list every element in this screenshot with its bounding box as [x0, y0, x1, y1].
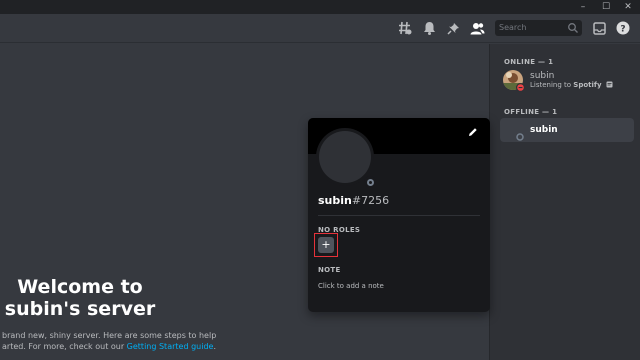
- member-item[interactable]: subin Listening to Spotify: [500, 68, 634, 92]
- dnd-status-icon: [516, 83, 525, 92]
- add-role-button[interactable]: +: [318, 237, 334, 253]
- channel-header: Search ?: [0, 14, 640, 43]
- welcome-title: Welcome to subin's server: [4, 276, 156, 320]
- notification-bell-icon[interactable]: [420, 19, 438, 37]
- username: subin: [318, 194, 352, 207]
- member-name: subin: [530, 71, 555, 81]
- profile-username: subin#7256: [318, 194, 389, 207]
- online-heading: ONLINE — 1: [504, 58, 554, 66]
- user-profile-popout: subin#7256 NO ROLES + NOTE Click to add …: [308, 118, 490, 312]
- welcome-line-1: brand new, shiny server. Here are some s…: [2, 331, 217, 340]
- divider: [318, 215, 480, 216]
- welcome-line-2-end: .: [213, 342, 216, 351]
- members-icon[interactable]: [468, 19, 486, 37]
- pin-icon[interactable]: [444, 19, 462, 37]
- getting-started-link[interactable]: Getting Started guide: [127, 342, 214, 351]
- maximize-button[interactable]: ☐: [595, 0, 617, 14]
- help-icon[interactable]: ?: [614, 19, 632, 37]
- search-input[interactable]: Search: [495, 20, 582, 36]
- inbox-icon[interactable]: [590, 19, 608, 37]
- welcome-line-2: arted. For more, check out our Getting S…: [2, 341, 216, 352]
- offline-status-icon: [364, 176, 376, 188]
- profile-avatar[interactable]: [316, 128, 376, 188]
- member-name: subin: [530, 125, 558, 135]
- member-activity: Listening to Spotify: [530, 81, 613, 89]
- window-titlebar: – ☐ ✕: [0, 0, 640, 14]
- svg-text:?: ?: [620, 25, 625, 35]
- search-icon: [568, 23, 578, 33]
- activity-prefix: Listening to: [530, 81, 574, 89]
- offline-status-icon: [516, 133, 524, 141]
- pencil-icon: [469, 128, 477, 136]
- minimize-button[interactable]: –: [572, 0, 594, 14]
- avatar-image: [319, 131, 371, 183]
- welcome-line-2-text: arted. For more, check out our: [2, 342, 127, 351]
- offline-heading: OFFLINE — 1: [504, 108, 558, 116]
- note-heading: NOTE: [318, 266, 341, 274]
- note-input[interactable]: Click to add a note: [318, 282, 384, 290]
- rich-presence-icon: [606, 81, 613, 88]
- discriminator: #7256: [351, 194, 390, 207]
- member-item[interactable]: subin: [500, 118, 634, 142]
- member-list: ONLINE — 1 subin Listening to Spotify OF…: [490, 44, 640, 360]
- threads-icon[interactable]: [396, 19, 414, 37]
- activity-app: Spotify: [573, 81, 602, 89]
- edit-profile-button[interactable]: [466, 125, 480, 139]
- welcome-description: brand new, shiny server. Here are some s…: [2, 330, 216, 352]
- close-button[interactable]: ✕: [617, 0, 639, 14]
- search-placeholder: Search: [499, 23, 527, 32]
